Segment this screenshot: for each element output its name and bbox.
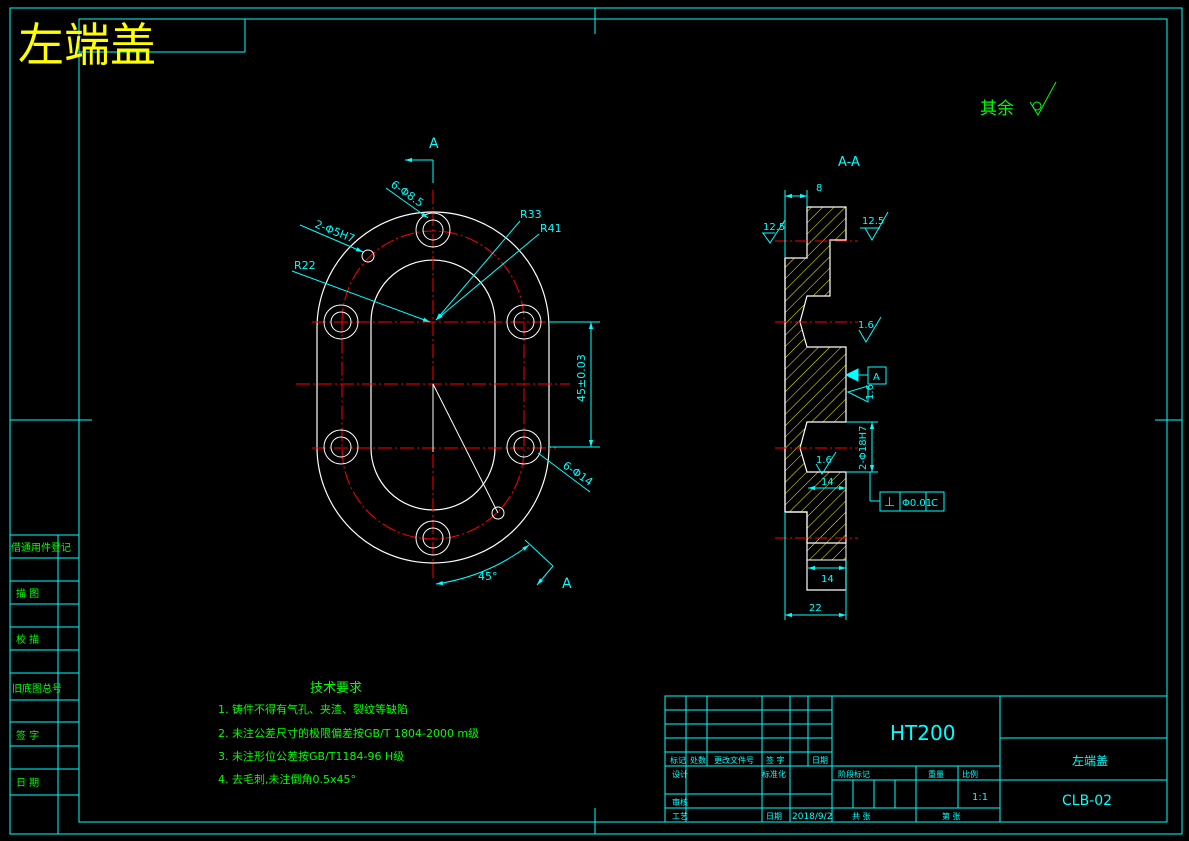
scale-label: 比例 (962, 769, 978, 779)
dim-22-label: 22 (809, 603, 822, 614)
strip-label: 描 图 (16, 587, 39, 600)
date-value: 2018/9/2 (792, 812, 832, 822)
standardize-label: 标准化 (762, 769, 786, 779)
header-cell: 处数 (690, 755, 706, 765)
dim-top-label: 8 (816, 183, 822, 194)
section-mark-bottom: A (562, 576, 572, 592)
rough-bore-label: 1.6 (816, 455, 832, 466)
bore-label: 2-Φ18H7 (858, 426, 869, 470)
inner-radius-label: R22 (294, 259, 316, 272)
general-roughness-note: 其余 (980, 81, 1057, 119)
header-cell: 签 字 (766, 755, 785, 765)
dim-14a-label: 14 (821, 477, 834, 488)
front-view (296, 190, 570, 580)
vertical-dim-label: 45±0.03 (575, 354, 588, 402)
roughness-note-label: 其余 (980, 99, 1014, 119)
review-label: 审核 (672, 797, 688, 807)
tech-req-item: 3. 未注形位公差按GB/T1184-96 H级 (218, 749, 404, 763)
drawing-title: 左端盖 (18, 18, 156, 72)
header-cell: 日期 (812, 756, 828, 765)
section-view (775, 206, 858, 591)
small-holes-label: 2-Φ5H7 (313, 218, 357, 246)
strip-label: 校 描 (16, 633, 39, 646)
front-view-labels: A A 6-Φ8.5 2-Φ5H7 R22 R33 R41 45±0.03 6-… (294, 136, 595, 592)
technical-requirements: 技术要求 1. 铸件不得有气孔、夹渣、裂纹等缺陷 2. 未注公差尺寸的极限偏差按… (218, 681, 479, 786)
sheet-number-label: 第 张 (942, 811, 961, 821)
tech-req-heading: 技术要求 (310, 681, 362, 696)
tech-req-item: 2. 未注公差尺寸的极限偏差按GB/T 1804-2000 m级 (218, 726, 479, 740)
rough-mid-label: 1.6 (858, 320, 874, 331)
header-cell: 更改文件号 (714, 755, 754, 765)
material-label: HT200 (890, 721, 955, 745)
header-cell: 标记 (670, 755, 686, 765)
tolerance-symbol: ⊥ (884, 495, 895, 510)
designer-label: 设计 (672, 769, 688, 779)
rough-face-label: 1.6 (865, 384, 876, 400)
angle-label: 45° (478, 570, 498, 583)
pin-hole (361, 249, 375, 263)
rough-left-label: 12.5 (763, 222, 785, 233)
drawing-number-label: CLB-02 (1062, 793, 1112, 809)
section-mark-top: A (429, 136, 439, 152)
section-label: A-A (838, 155, 860, 170)
part-name-label: 左端盖 (1072, 753, 1108, 768)
strip-label: 旧底图总号 (12, 682, 62, 695)
outer-radius-label: R41 (540, 222, 562, 235)
tolerance-value: Φ0.01 (902, 498, 932, 509)
scale-value: 1:1 (972, 792, 988, 803)
strip-label: 借通用件登记 (11, 541, 71, 554)
drawing-canvas: 左端盖 其余 A A 6-Φ8.5 2-Φ5H7 R22 R33 R41 45±… (9, 7, 1183, 835)
tolerance-datum: C (931, 498, 938, 509)
drawing-frame (9, 7, 1183, 835)
sheets-label: 共 张 (852, 812, 871, 821)
strip-label: 日 期 (16, 777, 39, 789)
tech-req-item: 4. 去毛刺,未注倒角0.5x45° (218, 772, 356, 786)
dim-14b-label: 14 (821, 574, 834, 585)
weight-label: 重量 (928, 769, 944, 779)
process-label: 工艺 (672, 812, 688, 821)
title-block-text: HT200 左端盖 CLB-02 1:1 2018/9/2 标记 处数 更改文件… (670, 721, 1112, 822)
rough-right-label: 12.5 (862, 216, 884, 227)
left-strip-labels: 借通用件登记 描 图 校 描 旧底图总号 签 字 日 期 (11, 541, 71, 789)
strip-label: 签 字 (16, 729, 39, 742)
datum-label: A (873, 372, 880, 383)
stage-mark-label: 阶段标记 (838, 769, 870, 779)
tech-req-item: 1. 铸件不得有气孔、夹渣、裂纹等缺陷 (218, 702, 408, 716)
mid-radius-label: R33 (520, 208, 542, 221)
approve-date-label: 日期 (766, 812, 782, 821)
